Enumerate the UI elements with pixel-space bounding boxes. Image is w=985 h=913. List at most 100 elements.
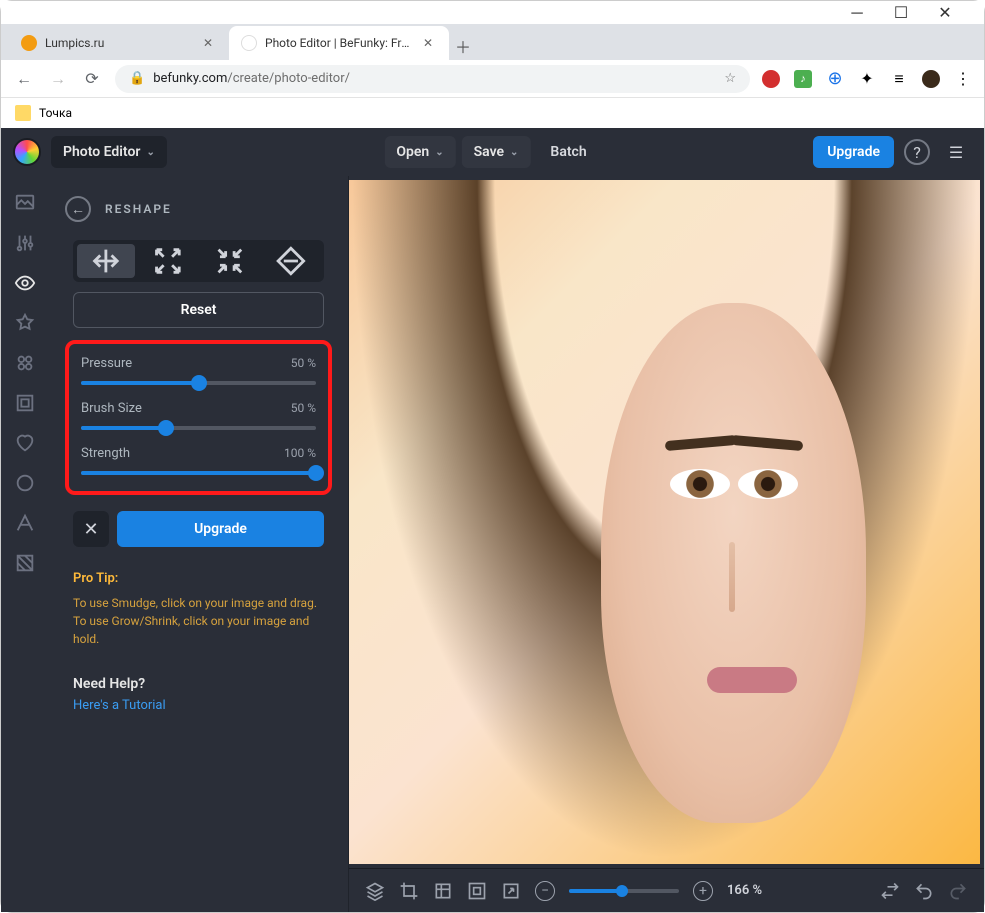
- befunky-logo-icon[interactable]: [13, 138, 41, 166]
- chevron-down-icon: ⌄: [146, 147, 154, 158]
- erase-tool-icon[interactable]: [262, 244, 320, 278]
- url-path: /create/photo-editor/: [227, 71, 350, 86]
- zoom-out-icon[interactable]: −: [535, 881, 555, 901]
- slider-value: 100 %: [284, 446, 316, 461]
- help-heading: Need Help?: [73, 676, 324, 692]
- lock-icon: 🔒: [129, 71, 145, 86]
- tip-heading: Pro Tip:: [73, 571, 324, 586]
- zoom-value: 166 %: [727, 883, 762, 898]
- tab-close-icon[interactable]: ✕: [423, 36, 437, 50]
- eye-icon[interactable]: [14, 272, 36, 294]
- text-icon[interactable]: [14, 512, 36, 534]
- tab-inactive[interactable]: Lumpics.ru ✕: [9, 26, 229, 60]
- ext-music-icon[interactable]: ♪: [794, 70, 812, 88]
- tool-rail: [1, 176, 49, 912]
- open-dropdown[interactable]: Open ⌄: [384, 136, 455, 168]
- help-icon[interactable]: ?: [904, 139, 930, 165]
- main-area: ← RESHAPE Reset Pressure 50 % Brush Size…: [1, 176, 984, 912]
- chevron-down-icon: ⌄: [510, 147, 518, 158]
- open-label: Open: [396, 144, 429, 160]
- grow-tool-icon[interactable]: [139, 244, 197, 278]
- star-icon[interactable]: ☆: [724, 71, 736, 86]
- favicon-icon: [21, 35, 37, 51]
- zoom-slider[interactable]: [569, 889, 679, 893]
- reading-list-icon[interactable]: ≡: [890, 70, 908, 88]
- zoom-in-icon[interactable]: +: [693, 881, 713, 901]
- window-controls: ─ ☐ ✕: [1, 1, 984, 24]
- brush-size-slider[interactable]: Brush Size 50 %: [81, 401, 316, 430]
- url-input[interactable]: 🔒 befunky.com/create/photo-editor/ ☆: [115, 65, 750, 93]
- canvas-area: − + 166 %: [349, 176, 984, 912]
- slider-highlight-box: Pressure 50 % Brush Size 50 % Strength 1…: [65, 340, 332, 495]
- upgrade-button[interactable]: Upgrade: [813, 136, 894, 168]
- panel-title: RESHAPE: [105, 202, 172, 216]
- hamburger-icon[interactable]: ☰: [940, 136, 972, 168]
- gear-icon[interactable]: [14, 472, 36, 494]
- favicon-icon: [241, 35, 257, 51]
- app-toolbar: Photo Editor ⌄ Open ⌄ Save ⌄ Batch Upgra…: [1, 128, 984, 176]
- slider-label: Pressure: [81, 356, 132, 371]
- dismiss-upgrade-button[interactable]: ✕: [73, 511, 109, 547]
- reload-icon[interactable]: ⟳: [81, 69, 103, 88]
- tutorial-link[interactable]: Here's a Tutorial: [73, 698, 324, 713]
- reshape-tools: [73, 240, 324, 282]
- pro-tip: Pro Tip: To use Smudge, click on your im…: [73, 571, 324, 648]
- fit-icon[interactable]: [467, 881, 487, 901]
- save-dropdown[interactable]: Save ⌄: [462, 136, 531, 168]
- need-help: Need Help? Here's a Tutorial: [73, 676, 324, 713]
- tab-active[interactable]: Photo Editor | BeFunky: Free Onl ✕: [229, 26, 449, 60]
- chevron-down-icon: ⌄: [435, 147, 443, 158]
- minimize-icon[interactable]: ─: [850, 6, 864, 20]
- image-icon[interactable]: [14, 192, 36, 214]
- slider-label: Strength: [81, 446, 130, 461]
- tab-title: Lumpics.ru: [45, 36, 195, 50]
- shrink-tool-icon[interactable]: [201, 244, 259, 278]
- sliders-icon[interactable]: [14, 232, 36, 254]
- back-icon[interactable]: ←: [13, 69, 35, 89]
- avatar[interactable]: [922, 70, 940, 88]
- ext-opera-icon[interactable]: [762, 70, 780, 88]
- canvas-toolbar: − + 166 %: [349, 868, 984, 912]
- photo-image: [349, 180, 980, 864]
- tip-body: To use Smudge, click on your image and d…: [73, 594, 324, 648]
- grid-icon[interactable]: [433, 881, 453, 901]
- editor-dropdown[interactable]: Photo Editor ⌄: [51, 136, 167, 168]
- extensions-icon[interactable]: ✦: [858, 70, 876, 88]
- shapes-icon[interactable]: [14, 352, 36, 374]
- forward-icon[interactable]: →: [47, 69, 69, 89]
- browser-tabs: Lumpics.ru ✕ Photo Editor | BeFunky: Fre…: [1, 24, 984, 60]
- editor-canvas[interactable]: [349, 176, 984, 868]
- layers-icon[interactable]: [365, 881, 385, 901]
- menu-icon[interactable]: ⋮: [954, 70, 972, 88]
- slider-value: 50 %: [291, 356, 316, 371]
- tab-close-icon[interactable]: ✕: [203, 36, 217, 50]
- save-label: Save: [474, 144, 504, 160]
- crop-icon[interactable]: [399, 881, 419, 901]
- texture-icon[interactable]: [14, 552, 36, 574]
- pressure-slider[interactable]: Pressure 50 %: [81, 356, 316, 385]
- url-host: befunky.com: [153, 71, 227, 86]
- batch-button[interactable]: Batch: [536, 136, 600, 168]
- panel-upgrade-button[interactable]: Upgrade: [117, 511, 324, 547]
- extension-icons: ♪ ⊕ ✦ ≡ ⋮: [762, 70, 972, 88]
- slider-label: Brush Size: [81, 401, 142, 416]
- redo-icon[interactable]: [948, 881, 968, 901]
- undo-icon[interactable]: [914, 881, 934, 901]
- close-icon[interactable]: ✕: [938, 6, 952, 20]
- frame-icon[interactable]: [14, 392, 36, 414]
- bookmark-item[interactable]: Точка: [39, 106, 72, 120]
- star-icon[interactable]: [14, 312, 36, 334]
- smudge-tool-icon[interactable]: [77, 244, 135, 278]
- bookmark-favicon-icon: [15, 105, 31, 121]
- reset-button[interactable]: Reset: [73, 292, 324, 328]
- tab-title: Photo Editor | BeFunky: Free Onl: [265, 36, 415, 50]
- export-icon[interactable]: [501, 881, 521, 901]
- strength-slider[interactable]: Strength 100 %: [81, 446, 316, 475]
- maximize-icon[interactable]: ☐: [894, 6, 908, 20]
- new-tab-button[interactable]: ＋: [449, 32, 477, 60]
- heart-icon[interactable]: [14, 432, 36, 454]
- back-arrow-icon[interactable]: ←: [65, 196, 91, 222]
- ext-globe-icon[interactable]: ⊕: [826, 70, 844, 88]
- slider-value: 50 %: [291, 401, 316, 416]
- compare-icon[interactable]: [880, 881, 900, 901]
